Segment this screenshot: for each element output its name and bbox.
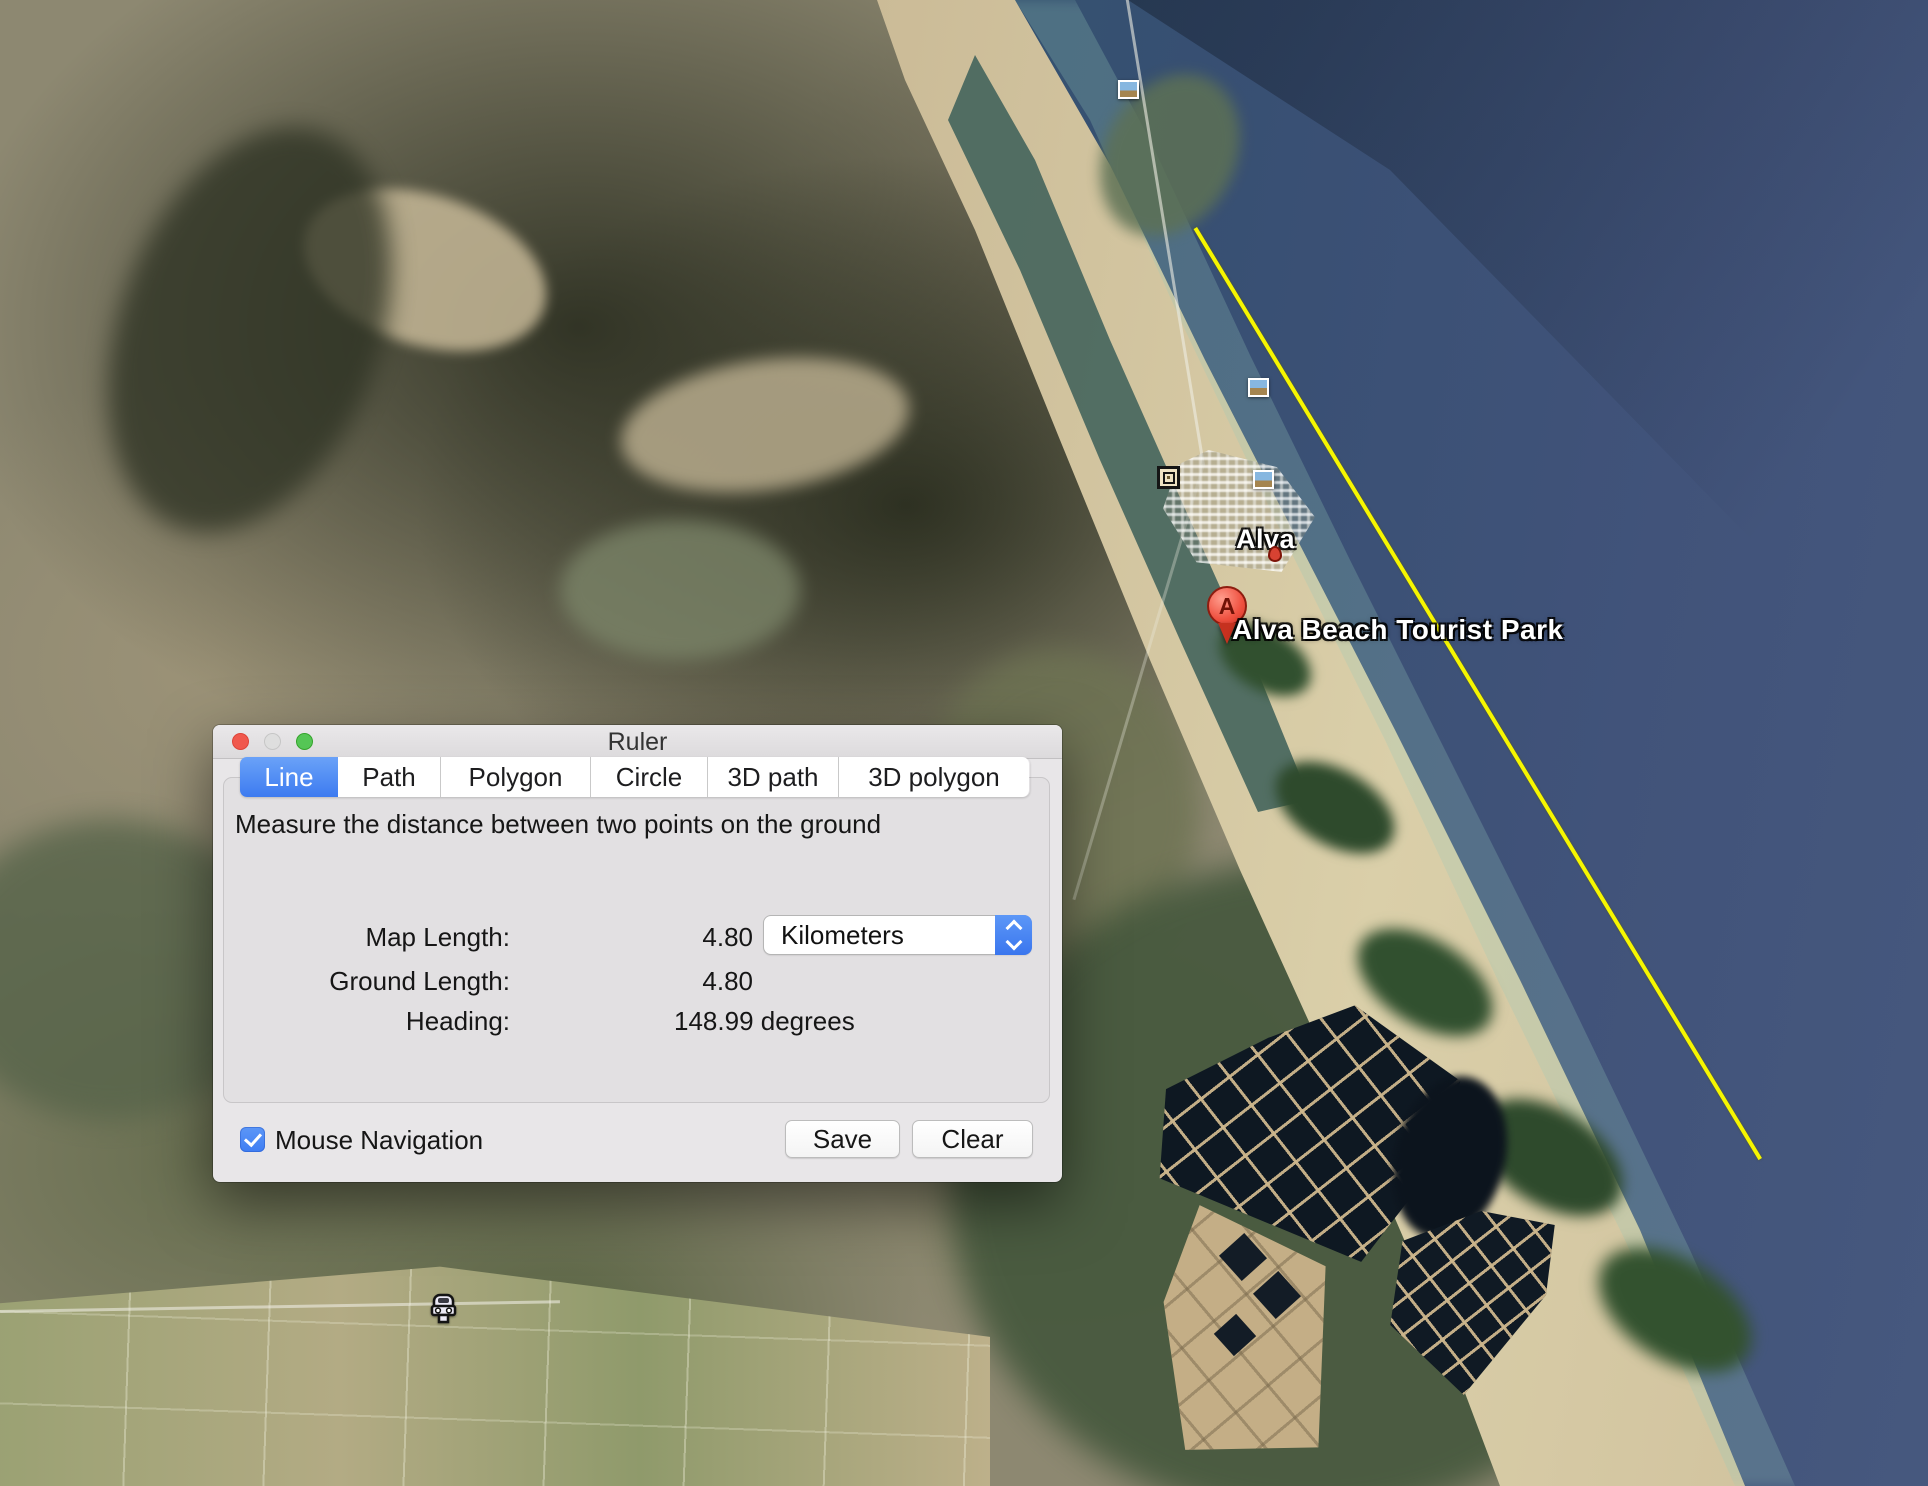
town-marker-icon[interactable] xyxy=(1268,546,1282,562)
tab-path[interactable]: Path xyxy=(338,757,441,797)
photo-icon[interactable] xyxy=(1248,378,1269,397)
unit-dropdown[interactable]: Kilometers xyxy=(763,915,1032,955)
pond-cell xyxy=(1219,1233,1267,1281)
tab-line[interactable]: Line xyxy=(240,757,338,797)
photo-icon[interactable] xyxy=(1253,470,1274,489)
tab-circle[interactable]: Circle xyxy=(591,757,708,797)
populated-place-icon[interactable] xyxy=(1157,466,1180,489)
pond-cell xyxy=(1214,1314,1256,1356)
window-title: Ruler xyxy=(213,728,1062,757)
clear-button[interactable]: Clear xyxy=(912,1120,1033,1158)
photo-icon[interactable] xyxy=(1118,80,1139,99)
car-poi-icon[interactable] xyxy=(430,1291,457,1329)
tab-3d-polygon[interactable]: 3D polygon xyxy=(839,757,1029,797)
heading-label: Heading: xyxy=(213,1006,510,1037)
populated-place-icon-inner xyxy=(1163,472,1175,484)
tool-description: Measure the distance between two points … xyxy=(235,809,881,840)
mouse-navigation-label: Mouse Navigation xyxy=(275,1125,483,1156)
farm-fields xyxy=(0,1262,990,1486)
dropdown-stepper[interactable] xyxy=(995,915,1032,955)
window-titlebar[interactable]: Ruler xyxy=(213,725,1062,759)
town-label: Alva xyxy=(1236,524,1295,555)
poi-label: Alva Beach Tourist Park xyxy=(1232,614,1564,646)
ruler-tab-bar: Line Path Polygon Circle 3D path 3D poly… xyxy=(240,757,1030,797)
mouse-navigation-checkbox[interactable] xyxy=(240,1127,265,1152)
pond-cell xyxy=(1253,1271,1301,1319)
unit-selected: Kilometers xyxy=(781,916,904,954)
check-icon xyxy=(243,1129,261,1148)
save-button[interactable]: Save xyxy=(785,1120,900,1158)
map-length-value: 4.80 xyxy=(213,922,753,953)
ruler-window: Ruler Line Path Polygon Circle 3D path 3… xyxy=(213,725,1062,1182)
chevron-down-icon xyxy=(1005,934,1022,951)
wetland-patch xyxy=(560,520,800,660)
tab-3d-path[interactable]: 3D path xyxy=(708,757,839,797)
saltpan-patch xyxy=(612,340,917,509)
populated-place-icon-dot xyxy=(1167,476,1170,479)
tab-polygon[interactable]: Polygon xyxy=(441,757,591,797)
heading-value: 148.99 degrees xyxy=(674,1006,855,1037)
ground-length-value: 4.80 xyxy=(213,966,753,997)
